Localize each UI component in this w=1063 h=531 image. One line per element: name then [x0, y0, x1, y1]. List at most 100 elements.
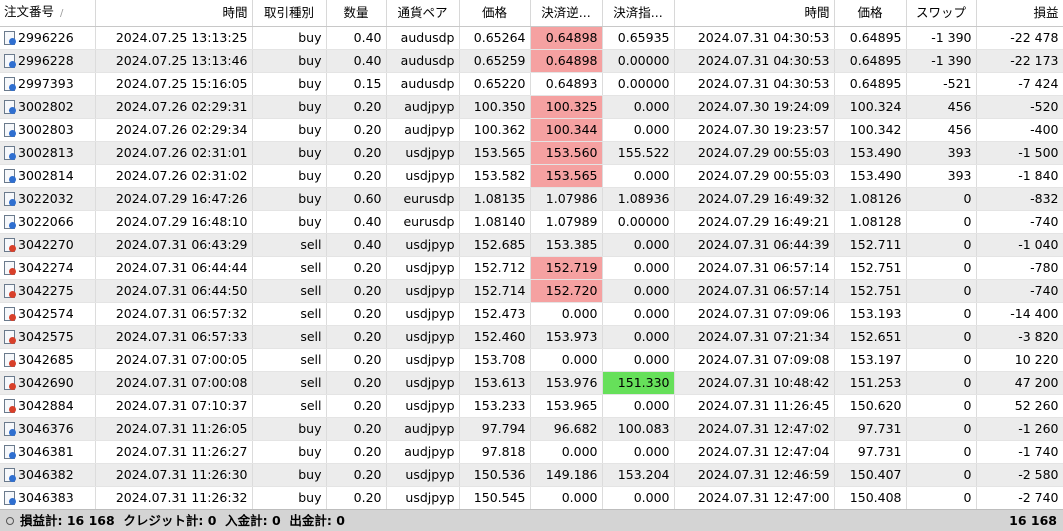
cell-sl: 0.000	[530, 302, 603, 326]
cell-sl: 152.720	[530, 279, 603, 303]
col-header-profit[interactable]: 損益	[976, 0, 1063, 27]
order-number: 3046381	[18, 443, 74, 459]
cell-close-price: 1.08128	[834, 210, 907, 234]
cell-sl: 0.000	[530, 486, 603, 510]
cell-type: buy	[252, 141, 327, 165]
col-header-type[interactable]: 取引種別	[252, 0, 327, 27]
table-row[interactable]: 3002803 2024.07.26 02:29:34 buy 0.20 audjpyp…	[0, 118, 1063, 142]
cell-volume: 0.20	[326, 440, 387, 464]
table-row[interactable]: 3042690 2024.07.31 07:00:08 sell 0.20 usdjpy…	[0, 371, 1063, 395]
cell-profit: -7 424	[976, 72, 1063, 96]
cell-sl: 0.000	[530, 348, 603, 372]
table-row[interactable]: 3042884 2024.07.31 07:10:37 sell 0.20 usdjpy…	[0, 394, 1063, 418]
cell-type: sell	[252, 325, 327, 349]
cell-symbol: audjpyp	[386, 440, 460, 464]
cell-volume: 0.40	[326, 49, 387, 73]
buy-order-icon	[4, 145, 16, 160]
cell-type: buy	[252, 486, 327, 510]
order-number: 2996226	[18, 29, 74, 45]
table-row[interactable]: 3042575 2024.07.31 06:57:33 sell 0.20 usdjpy…	[0, 325, 1063, 349]
order-number: 3002814	[18, 167, 74, 183]
buy-order-icon	[4, 214, 16, 229]
cell-symbol: audjpyp	[386, 417, 460, 441]
cell-close-price: 153.490	[834, 141, 907, 165]
order-number: 3042575	[18, 328, 74, 344]
cell-open-price: 152.685	[459, 233, 531, 257]
table-row[interactable]: 2996226 2024.07.25 13:13:25 buy 0.40 audusdp…	[0, 26, 1063, 50]
col-header-symbol[interactable]: 通貨ペア	[386, 0, 460, 27]
cell-tp: 151.330	[602, 371, 675, 395]
order-number: 2997393	[18, 75, 74, 91]
col-header-order[interactable]: 注文番号 /	[0, 0, 96, 27]
cell-swap: 0	[906, 279, 977, 303]
col-header-open-price[interactable]: 価格	[459, 0, 531, 27]
table-row[interactable]: 2997393 2024.07.25 15:16:05 buy 0.15 audusdp…	[0, 72, 1063, 96]
table-row[interactable]: 3046381 2024.07.31 11:26:27 buy 0.20 audjpyp…	[0, 440, 1063, 464]
cell-tp: 0.000	[602, 164, 675, 188]
cell-volume: 0.40	[326, 26, 387, 50]
table-row[interactable]: 3022032 2024.07.29 16:47:26 buy 0.60 eurusdp…	[0, 187, 1063, 211]
order-number: 3042270	[18, 236, 74, 252]
cell-tp: 0.000	[602, 440, 675, 464]
account-summary: 損益計: 16 168 クレジット計: 0 入金計: 0 出金計: 0	[20, 513, 345, 528]
cell-open-time: 2024.07.31 11:26:05	[95, 417, 253, 441]
cell-close-time: 2024.07.31 12:47:00	[674, 486, 835, 510]
status-circle-icon	[6, 516, 14, 525]
table-row[interactable]: 3046383 2024.07.31 11:26:32 buy 0.20 usdjpyp…	[0, 486, 1063, 510]
table-row[interactable]: 3042275 2024.07.31 06:44:50 sell 0.20 usdjpy…	[0, 279, 1063, 303]
table-row[interactable]: 3042685 2024.07.31 07:00:05 sell 0.20 usdjpy…	[0, 348, 1063, 372]
table-row[interactable]: 3042270 2024.07.31 06:43:29 sell 0.40 usdjpy…	[0, 233, 1063, 257]
cell-close-price: 153.490	[834, 164, 907, 188]
buy-order-icon	[4, 191, 16, 206]
col-header-swap[interactable]: スワップ	[906, 0, 977, 27]
cell-close-price: 97.731	[834, 417, 907, 441]
table-row[interactable]: 3046376 2024.07.31 11:26:05 buy 0.20 audjpyp…	[0, 417, 1063, 441]
cell-sl: 153.385	[530, 233, 603, 257]
order-number: 3046376	[18, 420, 74, 436]
cell-open-time: 2024.07.26 02:29:34	[95, 118, 253, 142]
cell-profit: 10 220	[976, 348, 1063, 372]
cell-order: 3022032	[0, 187, 96, 211]
table-row[interactable]: 2996228 2024.07.25 13:13:46 buy 0.40 audusdp…	[0, 49, 1063, 73]
cell-profit: -3 820	[976, 325, 1063, 349]
cell-profit: 52 260	[976, 394, 1063, 418]
cell-open-time: 2024.07.29 16:48:10	[95, 210, 253, 234]
cell-symbol: eurusdp	[386, 210, 460, 234]
table-row[interactable]: 3042274 2024.07.31 06:44:44 sell 0.20 usdjpy…	[0, 256, 1063, 280]
col-header-sl[interactable]: 決済逆...	[530, 0, 603, 27]
table-row[interactable]: 3002813 2024.07.26 02:31:01 buy 0.20 usdjpyp…	[0, 141, 1063, 165]
col-header-volume[interactable]: 数量	[326, 0, 387, 27]
cell-swap: 0	[906, 394, 977, 418]
cell-close-time: 2024.07.29 00:55:03	[674, 141, 835, 165]
cell-close-time: 2024.07.30 19:24:09	[674, 95, 835, 119]
table-row[interactable]: 3022066 2024.07.29 16:48:10 buy 0.40 eurusdp…	[0, 210, 1063, 234]
cell-volume: 0.20	[326, 463, 387, 487]
cell-close-price: 0.64895	[834, 72, 907, 96]
cell-symbol: eurusdp	[386, 187, 460, 211]
cell-open-price: 100.362	[459, 118, 531, 142]
table-row[interactable]: 3046382 2024.07.31 11:26:30 buy 0.20 usdjpyp…	[0, 463, 1063, 487]
sell-order-icon	[4, 306, 16, 321]
col-header-open-time[interactable]: 時間	[95, 0, 253, 27]
cell-type: buy	[252, 95, 327, 119]
table-row[interactable]: 3002814 2024.07.26 02:31:02 buy 0.20 usdjpyp…	[0, 164, 1063, 188]
table-row[interactable]: 3042574 2024.07.31 06:57:32 sell 0.20 usdjpy…	[0, 302, 1063, 326]
cell-type: sell	[252, 233, 327, 257]
cell-type: buy	[252, 118, 327, 142]
cell-volume: 0.20	[326, 118, 387, 142]
sell-order-icon	[4, 352, 16, 367]
col-header-close-time[interactable]: 時間	[674, 0, 835, 27]
col-header-close-price[interactable]: 価格	[834, 0, 907, 27]
cell-open-time: 2024.07.26 02:29:31	[95, 95, 253, 119]
cell-sl: 0.64898	[530, 49, 603, 73]
cell-sl: 96.682	[530, 417, 603, 441]
cell-symbol: usdjpyp	[386, 279, 460, 303]
cell-open-price: 1.08135	[459, 187, 531, 211]
sell-order-icon	[4, 398, 16, 413]
cell-symbol: usdjpyp	[386, 233, 460, 257]
cell-tp: 0.000	[602, 279, 675, 303]
cell-symbol: audusdp	[386, 72, 460, 96]
cell-volume: 0.20	[326, 486, 387, 510]
table-row[interactable]: 3002802 2024.07.26 02:29:31 buy 0.20 audjpyp…	[0, 95, 1063, 119]
col-header-tp[interactable]: 決済指...	[602, 0, 675, 27]
